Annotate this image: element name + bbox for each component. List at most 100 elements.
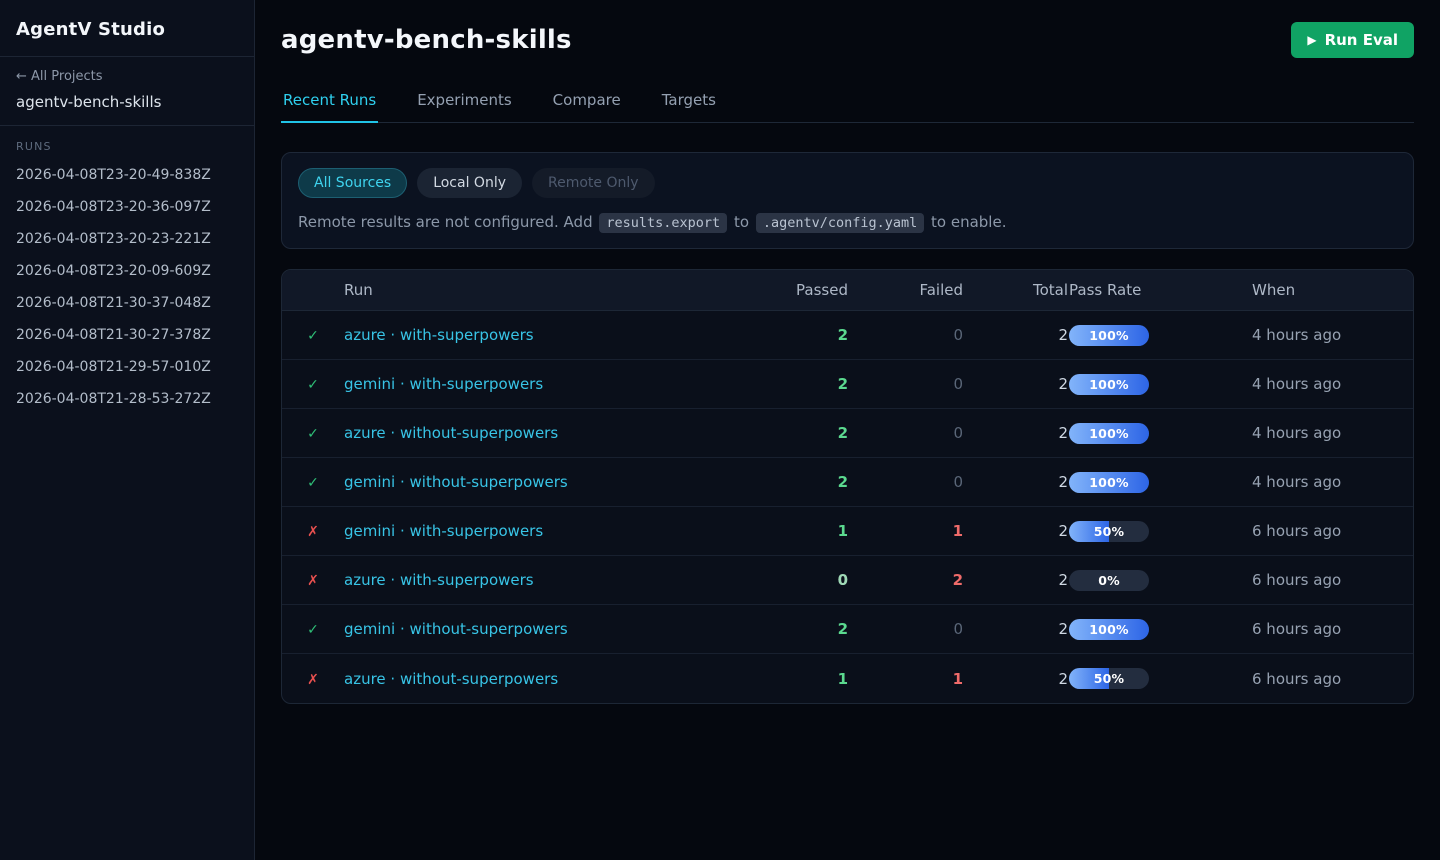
sidebar-project-section: ← All Projects agentv-bench-skills xyxy=(0,57,254,126)
check-icon: ✓ xyxy=(307,328,319,344)
when-label: 6 hours ago xyxy=(1247,571,1413,589)
pass-rate-pill: 0% xyxy=(1069,570,1149,591)
pass-rate-pill: 100% xyxy=(1069,325,1149,346)
when-label: 4 hours ago xyxy=(1247,424,1413,442)
notice-code-results-export: results.export xyxy=(599,213,727,233)
table-row[interactable]: ✗ azure · without-superpowers 1 1 2 50% … xyxy=(282,654,1413,703)
total-count: 2 xyxy=(963,326,1068,344)
table-header-row: Run Passed Failed Total Pass Rate When xyxy=(282,270,1413,311)
table-row[interactable]: ✗ azure · with-superpowers 0 2 2 0% 6 ho… xyxy=(282,556,1413,605)
filter-pill-remote-only: Remote Only xyxy=(532,168,655,198)
sidebar-run-item[interactable]: 2026-04-08T21-29-57-010Z xyxy=(16,351,238,383)
pass-rate-pill: 100% xyxy=(1069,374,1149,395)
total-count: 2 xyxy=(963,571,1068,589)
when-label: 4 hours ago xyxy=(1247,326,1413,344)
passed-count: 2 xyxy=(728,326,848,344)
total-count: 2 xyxy=(963,473,1068,491)
sidebar: AgentV Studio ← All Projects agentv-benc… xyxy=(0,0,255,860)
pass-rate-pill: 100% xyxy=(1069,423,1149,444)
all-projects-link[interactable]: ← All Projects xyxy=(16,69,238,84)
sidebar-run-item[interactable]: 2026-04-08T23-20-36-097Z xyxy=(16,191,238,223)
when-label: 4 hours ago xyxy=(1247,473,1413,491)
tab-bar: Recent Runs Experiments Compare Targets xyxy=(281,85,1414,123)
cross-icon: ✗ xyxy=(307,573,319,589)
col-total: Total xyxy=(963,281,1068,299)
tab-recent-runs[interactable]: Recent Runs xyxy=(281,85,378,123)
run-name-link[interactable]: gemini · with-superpowers xyxy=(344,375,543,393)
table-row[interactable]: ✓ gemini · without-superpowers 2 0 2 100… xyxy=(282,458,1413,507)
notice-code-config-yaml: .agentv/config.yaml xyxy=(756,213,924,233)
sidebar-run-item[interactable]: 2026-04-08T23-20-49-838Z xyxy=(16,159,238,191)
col-when: When xyxy=(1247,281,1413,299)
sidebar-run-item[interactable]: 2026-04-08T21-30-37-048Z xyxy=(16,287,238,319)
failed-count: 0 xyxy=(848,326,963,344)
sidebar-runs-section: RUNS 2026-04-08T23-20-49-838Z2026-04-08T… xyxy=(0,126,254,429)
pass-rate-label: 100% xyxy=(1069,619,1149,640)
run-name-link[interactable]: azure · without-superpowers xyxy=(344,424,558,442)
pass-rate-pill: 100% xyxy=(1069,619,1149,640)
failed-count: 0 xyxy=(848,620,963,638)
run-name-link[interactable]: gemini · without-superpowers xyxy=(344,620,568,638)
sidebar-run-item[interactable]: 2026-04-08T23-20-09-609Z xyxy=(16,255,238,287)
passed-count: 1 xyxy=(728,522,848,540)
pass-rate-label: 100% xyxy=(1069,472,1149,493)
sidebar-header: AgentV Studio xyxy=(0,0,254,57)
check-icon: ✓ xyxy=(307,622,319,638)
col-pass-rate: Pass Rate xyxy=(1068,281,1247,299)
table-row[interactable]: ✗ gemini · with-superpowers 1 1 2 50% 6 … xyxy=(282,507,1413,556)
tab-targets[interactable]: Targets xyxy=(660,85,718,123)
filter-pill-local-only[interactable]: Local Only xyxy=(417,168,522,198)
total-count: 2 xyxy=(963,670,1068,688)
runs-section-label: RUNS xyxy=(16,140,238,153)
tab-compare[interactable]: Compare xyxy=(551,85,623,123)
pass-rate-label: 50% xyxy=(1069,521,1149,542)
passed-count: 2 xyxy=(728,375,848,393)
col-passed: Passed xyxy=(728,281,848,299)
pass-rate-pill: 50% xyxy=(1069,521,1149,542)
pass-rate-label: 0% xyxy=(1069,570,1149,591)
failed-count: 0 xyxy=(848,424,963,442)
pass-rate-label: 50% xyxy=(1069,668,1149,689)
run-name-link[interactable]: gemini · without-superpowers xyxy=(344,473,568,491)
total-count: 2 xyxy=(963,424,1068,442)
notice-middle: to xyxy=(734,213,749,231)
table-row[interactable]: ✓ azure · with-superpowers 2 0 2 100% 4 … xyxy=(282,311,1413,360)
when-label: 6 hours ago xyxy=(1247,522,1413,540)
run-name-link[interactable]: azure · with-superpowers xyxy=(344,571,534,589)
run-eval-button[interactable]: ▶ Run Eval xyxy=(1291,22,1414,58)
table-body: ✓ azure · with-superpowers 2 0 2 100% 4 … xyxy=(282,311,1413,703)
run-name-link[interactable]: gemini · with-superpowers xyxy=(344,522,543,540)
notice-prefix: Remote results are not configured. Add xyxy=(298,213,593,231)
total-count: 2 xyxy=(963,522,1068,540)
notice-suffix: to enable. xyxy=(931,213,1006,231)
check-icon: ✓ xyxy=(307,426,319,442)
when-label: 6 hours ago xyxy=(1247,670,1413,688)
sidebar-run-item[interactable]: 2026-04-08T23-20-23-221Z xyxy=(16,223,238,255)
pass-rate-label: 100% xyxy=(1069,374,1149,395)
failed-count: 0 xyxy=(848,375,963,393)
filter-pill-all-sources[interactable]: All Sources xyxy=(298,168,407,198)
main-content: agentv-bench-skills ▶ Run Eval Recent Ru… xyxy=(255,0,1440,860)
run-name-link[interactable]: azure · without-superpowers xyxy=(344,670,558,688)
source-filter-pills: All Sources Local Only Remote Only xyxy=(298,168,1397,198)
sidebar-run-item[interactable]: 2026-04-08T21-30-27-378Z xyxy=(16,319,238,351)
table-row[interactable]: ✓ gemini · with-superpowers 2 0 2 100% 4… xyxy=(282,360,1413,409)
table-row[interactable]: ✓ azure · without-superpowers 2 0 2 100%… xyxy=(282,409,1413,458)
tab-experiments[interactable]: Experiments xyxy=(415,85,513,123)
run-name-link[interactable]: azure · with-superpowers xyxy=(344,326,534,344)
runs-table: Run Passed Failed Total Pass Rate When ✓… xyxy=(281,269,1414,704)
passed-count: 1 xyxy=(728,670,848,688)
main-header: agentv-bench-skills ▶ Run Eval xyxy=(281,0,1414,58)
run-list: 2026-04-08T23-20-49-838Z2026-04-08T23-20… xyxy=(16,159,238,415)
failed-count: 1 xyxy=(848,670,963,688)
pass-rate-pill: 100% xyxy=(1069,472,1149,493)
app-title: AgentV Studio xyxy=(16,19,238,40)
cross-icon: ✗ xyxy=(307,672,319,688)
cross-icon: ✗ xyxy=(307,524,319,540)
when-label: 6 hours ago xyxy=(1247,620,1413,638)
table-row[interactable]: ✓ gemini · without-superpowers 2 0 2 100… xyxy=(282,605,1413,654)
check-icon: ✓ xyxy=(307,377,319,393)
sidebar-run-item[interactable]: 2026-04-08T21-28-53-272Z xyxy=(16,383,238,415)
pass-rate-label: 100% xyxy=(1069,325,1149,346)
page-title: agentv-bench-skills xyxy=(281,25,572,55)
